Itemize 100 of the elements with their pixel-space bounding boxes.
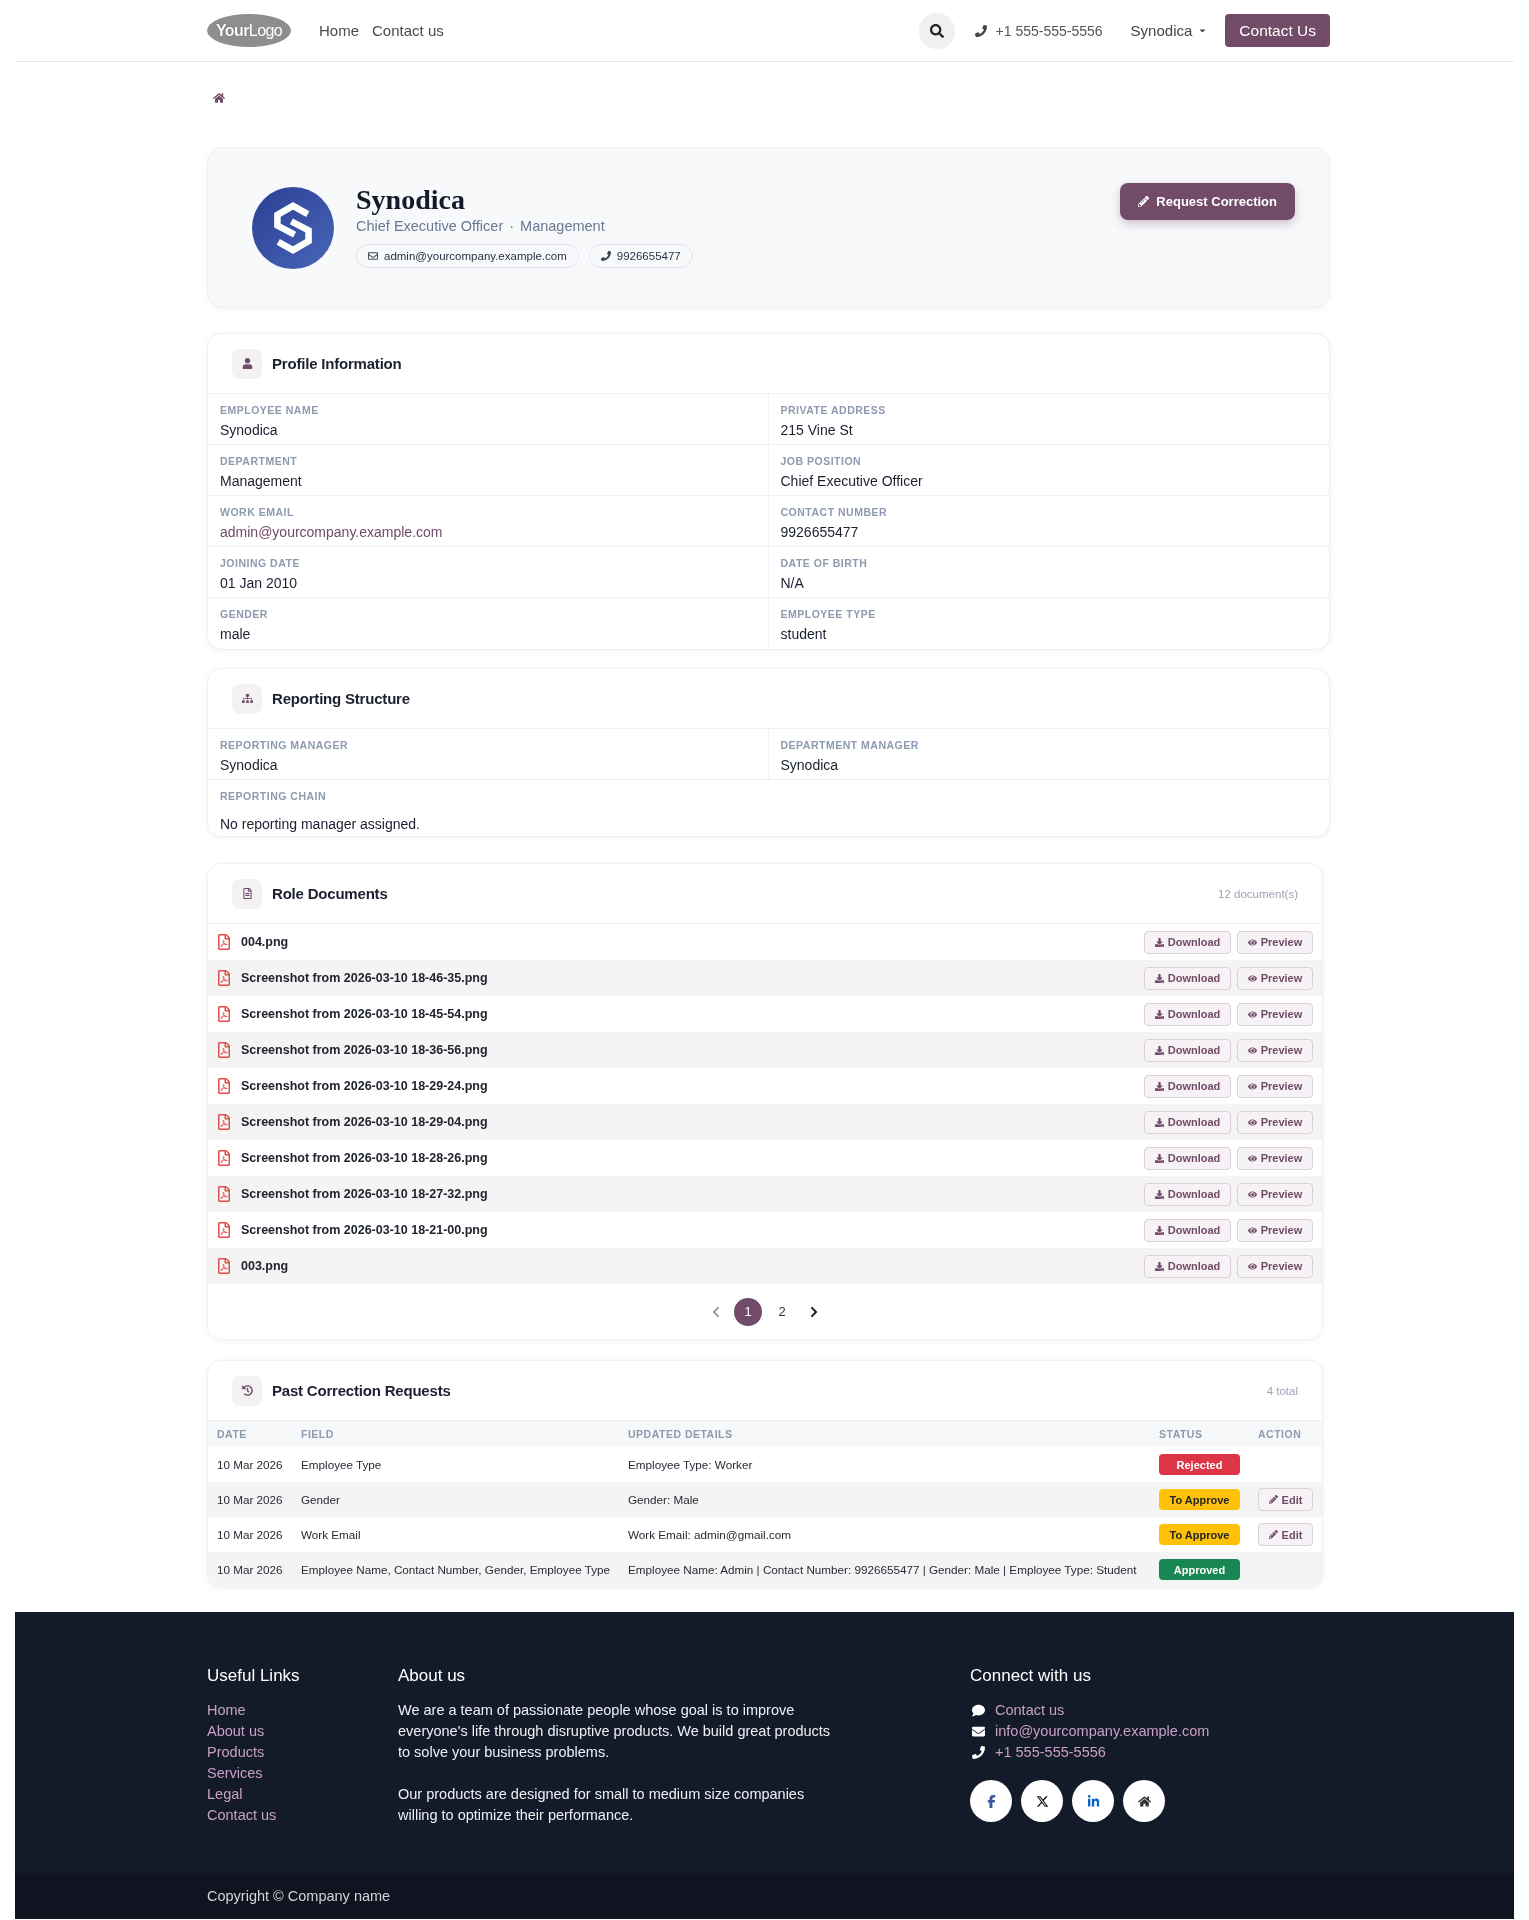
phone-icon [600, 251, 611, 261]
column-header: UPDATED DETAILS [619, 1421, 1150, 1447]
download-button[interactable]: Download [1144, 1254, 1231, 1278]
field-label: DATE OF BIRTH [780, 556, 869, 570]
footer-link[interactable]: Products [207, 1742, 398, 1763]
preview-button[interactable]: Preview [1237, 1110, 1313, 1134]
nav-link[interactable]: Contact us [372, 22, 444, 39]
envelope-icon [368, 251, 378, 261]
field-value: male [220, 625, 252, 643]
status-badge: To Approve [1159, 1524, 1240, 1545]
footer-link[interactable]: About us [207, 1721, 398, 1742]
footer-link[interactable]: Home [207, 1700, 398, 1721]
email-chip[interactable]: admin@yourcompany.example.com [356, 244, 579, 268]
social-button[interactable] [1123, 1780, 1165, 1822]
field-value: Synodica [780, 756, 840, 774]
column-header: FIELD [292, 1421, 619, 1447]
email-link[interactable]: admin@yourcompany.example.com [220, 523, 756, 541]
user-menu[interactable]: Synodica [1130, 22, 1208, 39]
footer-link[interactable]: Services [207, 1763, 398, 1784]
table-cell: Work Email [301, 1528, 361, 1541]
download-icon [1154, 1189, 1164, 1199]
edit-button[interactable]: Edit [1258, 1523, 1313, 1546]
pencil-icon [1138, 196, 1150, 207]
home-icon [1137, 1794, 1151, 1808]
next-page-button[interactable] [809, 1305, 819, 1318]
pdf-file-icon [217, 1042, 231, 1058]
social-button[interactable] [1072, 1780, 1114, 1822]
download-button[interactable]: Download [1144, 1146, 1231, 1170]
footer-heading: Connect with us [970, 1665, 1092, 1687]
status-badge: Approved [1159, 1559, 1240, 1580]
column-header: STATUS [1150, 1421, 1249, 1447]
preview-button[interactable]: Preview [1237, 1218, 1313, 1242]
preview-button[interactable]: Preview [1237, 1074, 1313, 1098]
chat-bubble-icon [972, 1704, 985, 1717]
pdf-file-icon [217, 934, 231, 950]
logo[interactable]: YourLogo [207, 14, 291, 47]
page-button[interactable]: 1 [734, 1297, 762, 1326]
preview-button[interactable]: Preview [1237, 1002, 1313, 1026]
phone-icon [974, 24, 987, 37]
table-cell: 10 Mar 2026 [217, 1528, 283, 1541]
column-header: DATE [208, 1421, 292, 1447]
preview-button[interactable]: Preview [1237, 966, 1313, 990]
email-text: admin@yourcompany.example.com [384, 250, 567, 262]
caret-icon [1198, 26, 1208, 35]
download-icon [1154, 1261, 1164, 1271]
social-button[interactable] [970, 1780, 1012, 1822]
footer-link[interactable]: Contact us [995, 1700, 1065, 1721]
download-button[interactable]: Download [1144, 1110, 1231, 1134]
table-cell: Employee Type: Worker [628, 1458, 753, 1471]
preview-button[interactable]: Preview [1237, 1146, 1313, 1170]
eye-icon [1247, 1045, 1257, 1055]
search-button[interactable] [918, 12, 955, 49]
footer-link[interactable]: info@yourcompany.example.com [995, 1721, 1210, 1742]
pencil-icon [1268, 1495, 1278, 1504]
card-title: Profile Information [272, 355, 402, 372]
phone-link[interactable]: +1 555-555-5556 [995, 22, 1103, 39]
field-value: 01 Jan 2010 [220, 574, 299, 592]
download-button[interactable]: Download [1144, 1002, 1231, 1026]
eye-icon [1247, 1189, 1257, 1199]
table-cell: Work Email: admin@gmail.com [628, 1528, 791, 1541]
eye-icon [1247, 1225, 1257, 1235]
download-icon [1154, 1009, 1164, 1019]
download-button[interactable]: Download [1144, 1074, 1231, 1098]
pdf-file-icon [217, 1078, 231, 1094]
table-cell: 10 Mar 2026 [217, 1458, 283, 1471]
contact-us-button[interactable]: Contact Us [1225, 14, 1330, 47]
preview-button[interactable]: Preview [1237, 1038, 1313, 1062]
table-cell: Employee Name: Admin | Contact Number: 9926655477 | Gender: Male | Employee Type: Student [628, 1563, 1137, 1576]
preview-button[interactable]: Preview [1237, 1182, 1313, 1206]
download-button[interactable]: Download [1144, 930, 1231, 954]
download-icon [1154, 937, 1164, 947]
edit-button[interactable]: Edit [1258, 1488, 1313, 1511]
download-button[interactable]: Download [1144, 966, 1231, 990]
request-correction-button[interactable]: Request Correction [1120, 183, 1295, 220]
footer-link[interactable]: Contact us [207, 1805, 398, 1826]
about-paragraph: Our products are designed for small to medium size companies willing to optimize their performance. [398, 1785, 806, 1825]
download-button[interactable]: Download [1144, 1038, 1231, 1062]
home-icon[interactable] [213, 92, 225, 104]
download-icon [1154, 973, 1164, 983]
table-cell: Employee Name, Contact Number, Gender, Employee Type [301, 1563, 610, 1576]
document-count: 12 document(s) [1218, 887, 1298, 900]
field-label: GENDER [220, 607, 269, 621]
status-badge: To Approve [1159, 1489, 1240, 1510]
document-icon [232, 878, 262, 909]
phone-chip[interactable]: 9926655477 [588, 244, 693, 268]
pencil-icon [1268, 1530, 1278, 1539]
preview-button[interactable]: Preview [1237, 1254, 1313, 1278]
document-name: 003.png [241, 1259, 289, 1273]
social-button[interactable] [1021, 1780, 1063, 1822]
field-label: EMPLOYEE NAME [220, 403, 320, 417]
table-cell: 10 Mar 2026 [217, 1563, 283, 1576]
nav-link[interactable]: Home [319, 22, 359, 39]
preview-button[interactable]: Preview [1237, 930, 1313, 954]
document-name: Screenshot from 2026-03-10 18-45-54.png [241, 1007, 488, 1021]
download-button[interactable]: Download [1144, 1218, 1231, 1242]
footer-link[interactable]: +1 555-555-5556 [995, 1742, 1106, 1763]
footer-link[interactable]: Legal [207, 1784, 398, 1805]
page-button[interactable]: 2 [768, 1297, 796, 1326]
field-label: EMPLOYEE TYPE [780, 607, 877, 621]
download-button[interactable]: Download [1144, 1182, 1231, 1206]
